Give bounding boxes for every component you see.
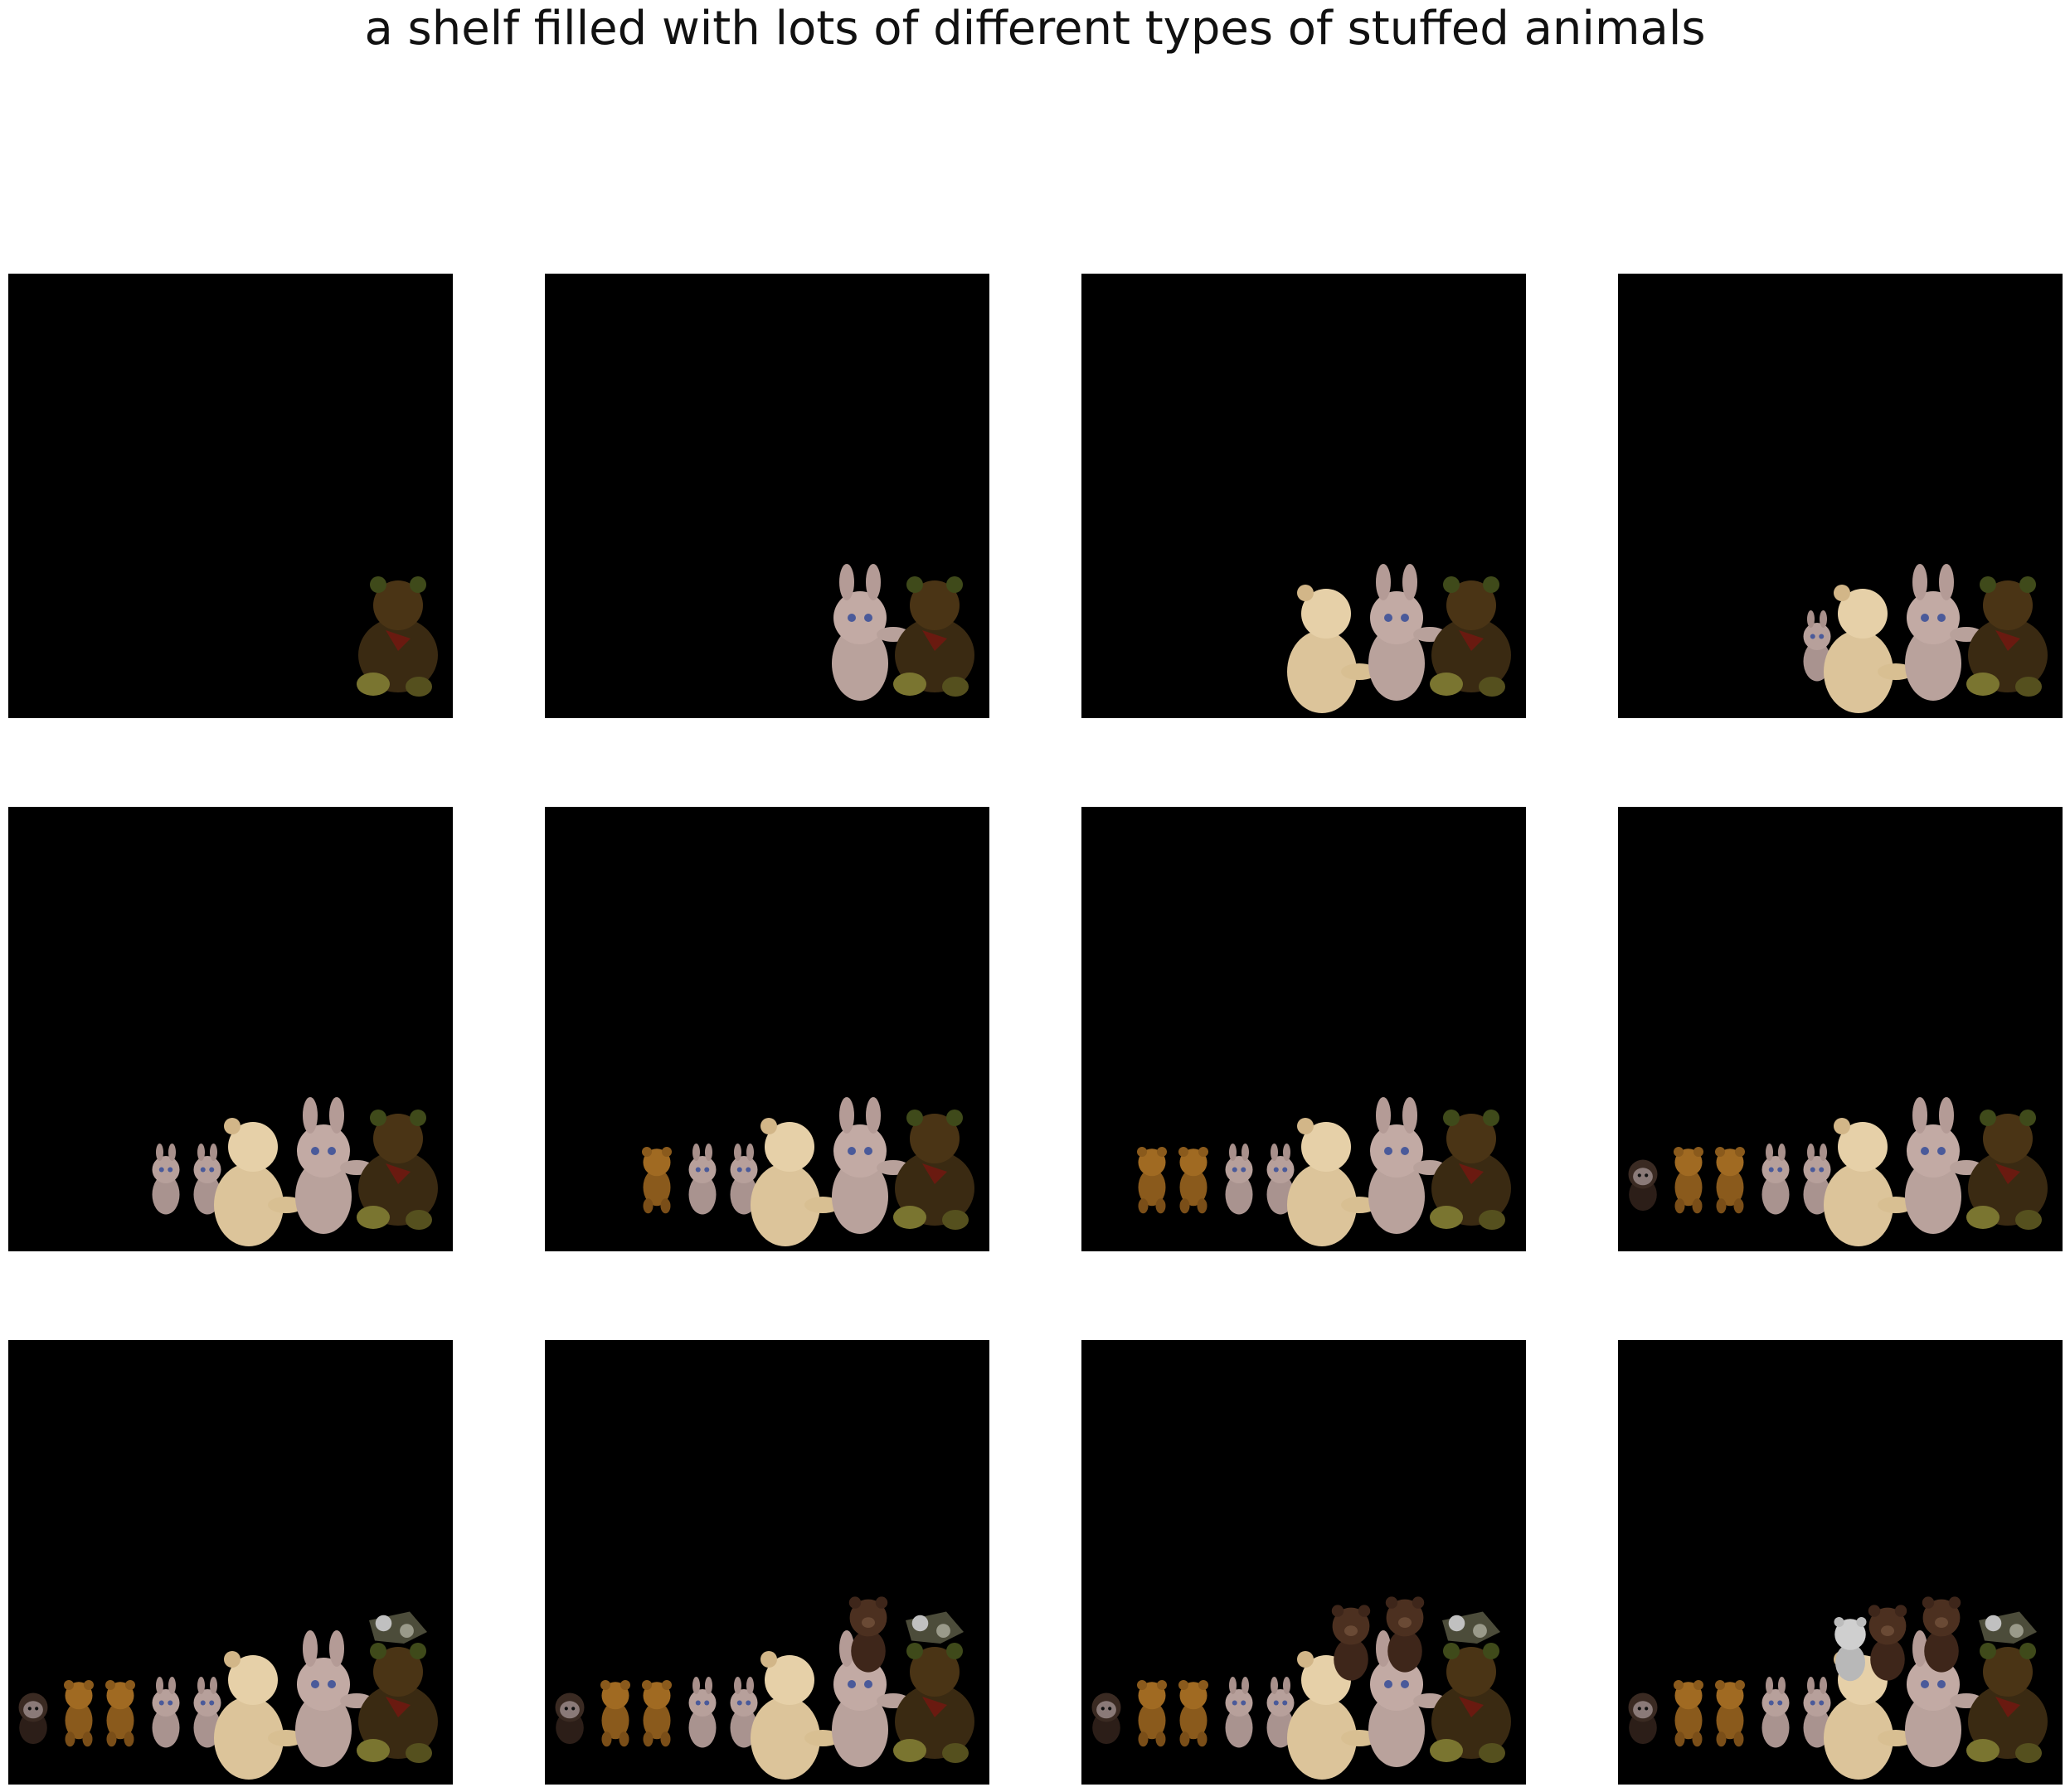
monkey (1628, 1159, 1658, 1212)
cream-bear (751, 1118, 841, 1246)
grey-plush (1442, 1611, 1500, 1644)
brown-green-bear (1966, 1643, 2048, 1763)
golden-teddy (1674, 1680, 1703, 1747)
golden-teddy (1715, 1147, 1745, 1214)
golden-teddy (64, 1680, 94, 1747)
brown-green-bear (357, 1643, 438, 1763)
golden-teddy (642, 1680, 672, 1747)
brown-green-bear (357, 576, 438, 697)
frame-panel-9 (8, 1340, 453, 1785)
brown-bear (1331, 1605, 1371, 1681)
golden-teddy (1674, 1147, 1703, 1214)
brown-green-bear (1430, 1643, 1511, 1763)
cream-bear (1824, 1118, 1914, 1246)
monkey (1628, 1692, 1658, 1745)
frame-panel-3 (1081, 274, 1526, 718)
brown-green-bear (357, 1110, 438, 1230)
brown-green-bear (1430, 576, 1511, 697)
monkey (555, 1692, 585, 1745)
brown-bear (848, 1596, 888, 1673)
golden-teddy (1137, 1147, 1167, 1214)
frame-panel-10 (545, 1340, 989, 1785)
frame-panel-5 (8, 807, 453, 1251)
small-pink-bunny (688, 1677, 717, 1748)
frame-panel-4 (1618, 274, 2063, 718)
brown-green-bear (1966, 1110, 2048, 1230)
cream-bear (1287, 585, 1378, 713)
brown-green-bear (893, 576, 974, 697)
grey-plush (1979, 1611, 2037, 1644)
cream-bear (1824, 585, 1914, 713)
golden-teddy (1137, 1680, 1167, 1747)
small-pink-bunny (1225, 1677, 1253, 1748)
monkey (1091, 1692, 1121, 1745)
frame-panel-1 (8, 274, 453, 718)
cream-bear (214, 1651, 304, 1780)
brown-green-bear (1966, 576, 2048, 697)
golden-teddy (600, 1680, 630, 1747)
golden-teddy (1715, 1680, 1745, 1747)
cream-bear (1287, 1118, 1378, 1246)
golden-teddy (105, 1680, 135, 1747)
brown-green-bear (893, 1110, 974, 1230)
cream-bear (214, 1118, 304, 1246)
grey-plush (369, 1611, 427, 1644)
small-pink-bunny (1761, 1677, 1790, 1748)
small-pink-bunny (152, 1144, 180, 1215)
small-pink-bunny (1761, 1144, 1790, 1215)
brown-bear (1868, 1605, 1907, 1681)
frame-panel-2 (545, 274, 989, 718)
frame-panel-12 (1618, 1340, 2063, 1785)
golden-teddy (1178, 1680, 1208, 1747)
grey-plush (906, 1611, 964, 1644)
frame-panel-7 (1081, 807, 1526, 1251)
figure-title: a shelf filled with lots of different ty… (364, 2, 1706, 56)
small-pink-bunny (688, 1144, 717, 1215)
golden-teddy (1178, 1147, 1208, 1214)
brown-bear (1922, 1596, 1961, 1673)
brown-green-bear (1430, 1110, 1511, 1230)
brown-bear (1385, 1596, 1425, 1673)
frame-panel-8 (1618, 807, 2063, 1251)
cream-bear (751, 1651, 841, 1780)
small-pink-bunny (152, 1677, 180, 1748)
monkey (18, 1692, 48, 1745)
frame-panel-11 (1081, 1340, 1526, 1785)
golden-teddy (642, 1147, 672, 1214)
frame-panel-6 (545, 807, 989, 1251)
white-bear (1834, 1617, 1867, 1682)
small-pink-bunny (1225, 1144, 1253, 1215)
brown-green-bear (893, 1643, 974, 1763)
